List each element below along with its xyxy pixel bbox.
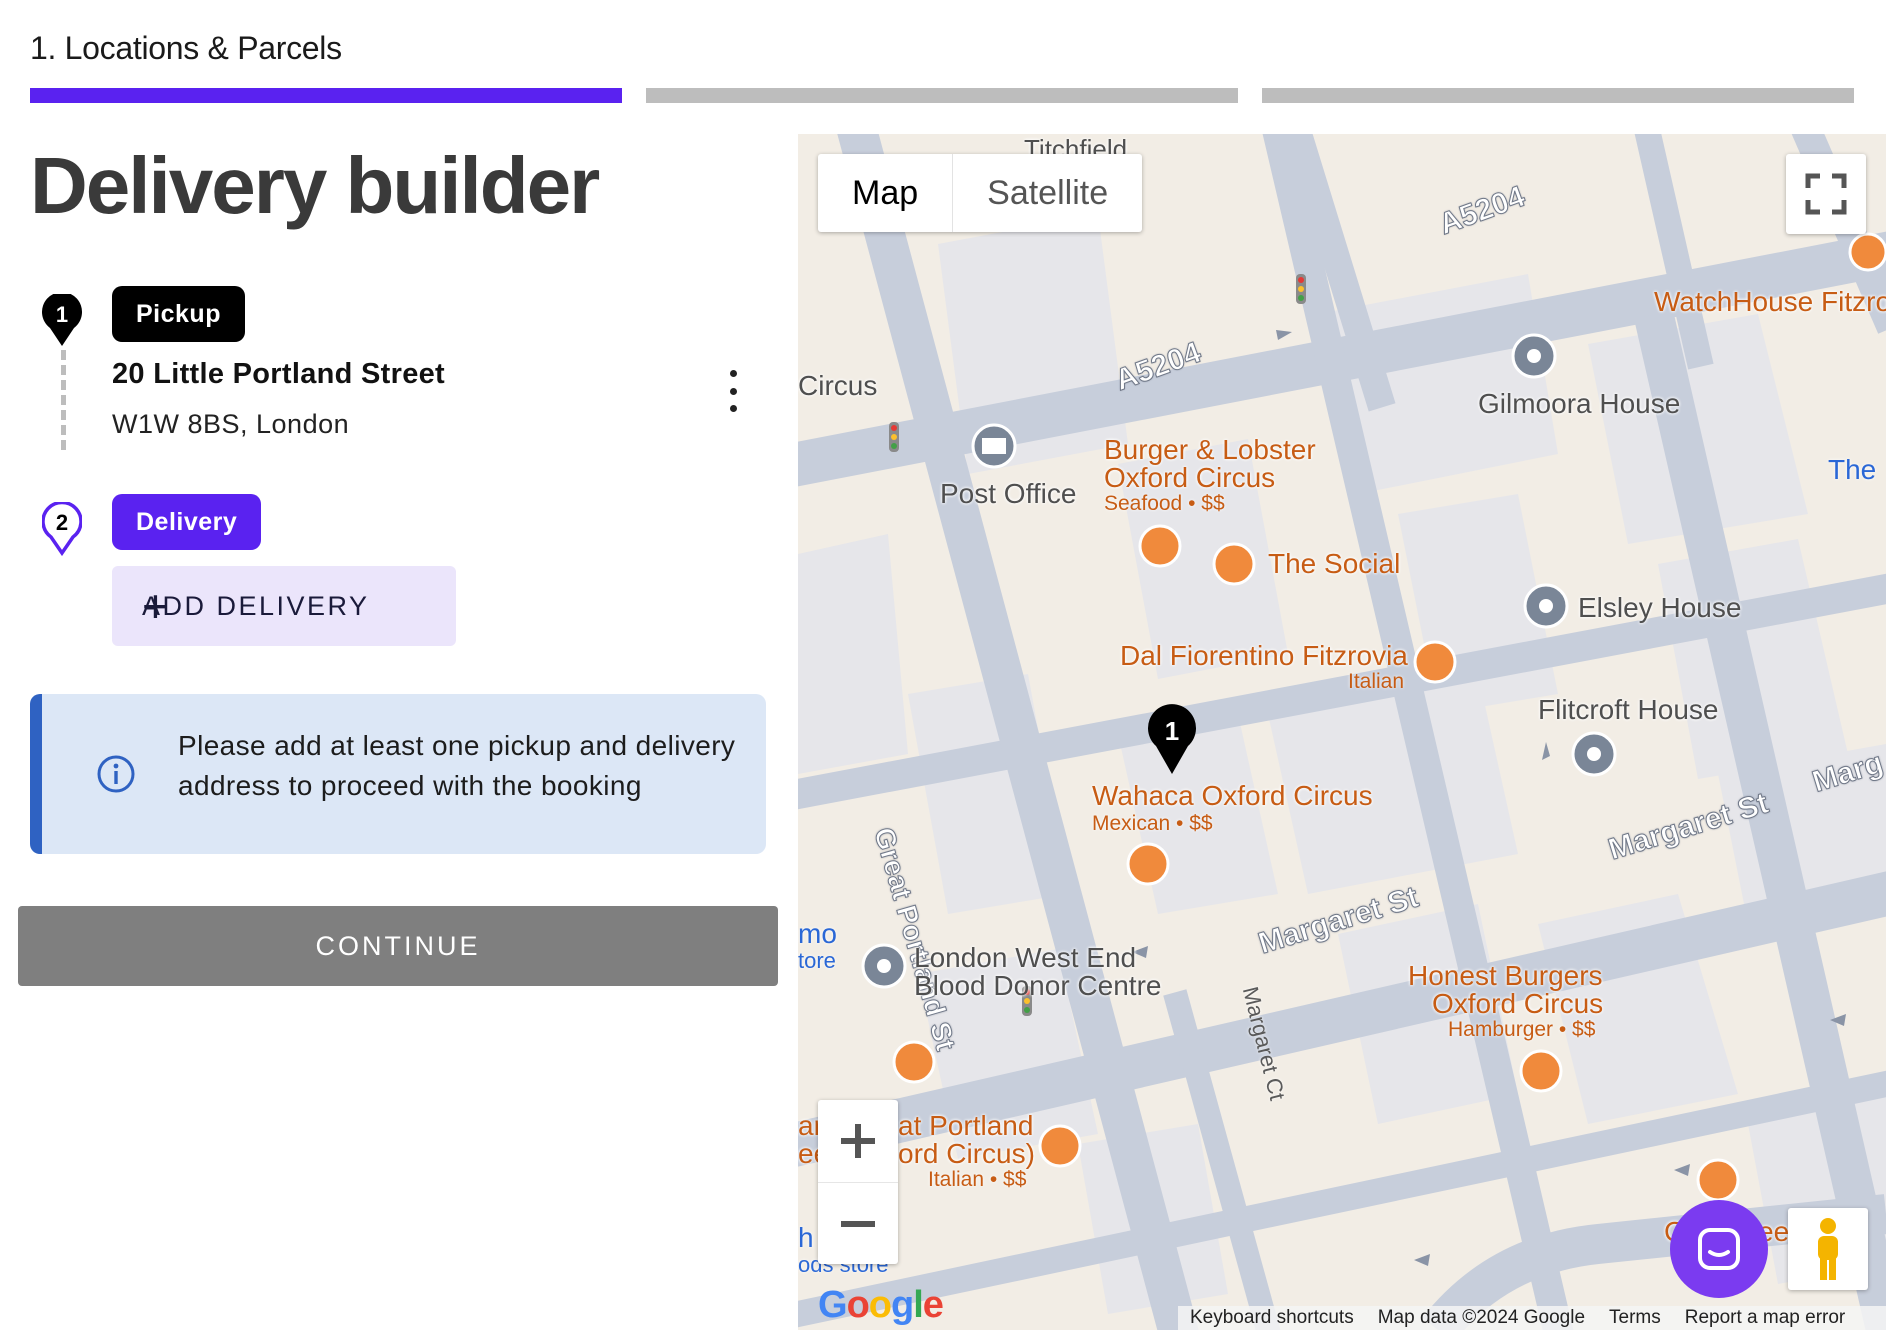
zoom-in-icon[interactable] [818,1100,898,1183]
google-logo: Google [818,1284,944,1326]
fullscreen-icon[interactable] [1786,154,1866,234]
zoom-out-icon[interactable] [818,1183,898,1265]
pickup-pin-number: 1 [56,302,68,327]
map-poi-label: Oxford Circus [1104,462,1276,493]
map-label: Blood Donor Centre [914,970,1162,1001]
step-1-progress [30,88,622,103]
map-poi-label: WatchHouse Fitzro [1654,286,1886,317]
map[interactable]: 1 Titchfield A5204 A5204 Circus WatchHou… [798,134,1886,1330]
page-title: Delivery builder [30,141,600,230]
map-poi-label: The Social [1268,548,1401,579]
delivery-pin-icon: 2 [41,500,83,557]
terms-link[interactable]: Terms [1597,1307,1673,1329]
map-label: Circus [798,370,878,401]
map-marker-number: 1 [1165,716,1179,746]
map-poi-sublabel: Seafood • $$ [1104,492,1225,515]
map-label: tore [798,948,836,973]
pickup-address-city: W1W 8BS, London [112,409,350,439]
delivery-badge: Delivery [112,494,262,550]
map-label: Gilmoora House [1478,388,1681,419]
route-connector [61,350,66,450]
map-data-attribution: Map data ©2024 Google [1377,1307,1586,1328]
map-poi-sublabel: Italian [1348,670,1405,693]
step-2-progress [646,88,1238,103]
map-poi-label: Wahaca Oxford Circus [1092,780,1373,811]
map-poi-label: Dal Fiorentino Fitzrovia [1120,640,1408,671]
pickup-badge: Pickup [112,286,245,342]
report-map-error-link[interactable]: Report a map error [1673,1307,1858,1329]
map-poi-sublabel: Italian • $$ [928,1168,1027,1191]
info-message: Please add at least one pickup and deliv… [178,730,736,801]
pickup-more-options-icon[interactable] [716,366,750,416]
continue-button[interactable]: CONTINUE [18,906,778,986]
map-label: Post Office [940,478,1077,509]
map-type-map-button[interactable]: Map [818,154,954,232]
map-poi-sublabel: Mexican • $$ [1092,812,1213,835]
keyboard-shortcuts-link[interactable]: Keyboard shortcuts [1178,1307,1366,1329]
info-alert: Please add at least one pickup and deliv… [30,694,766,854]
delivery-pin-number: 2 [56,510,68,535]
add-delivery-button[interactable]: + ADD DELIVERY [112,566,456,646]
add-delivery-label: ADD DELIVERY [142,590,370,621]
map-footer: Keyboard shortcuts Map data ©2024 Google… [1178,1306,1886,1330]
zoom-control [818,1100,898,1264]
map-label: h [798,1222,814,1253]
map-type-satellite-button[interactable]: Satellite [953,154,1142,232]
step-3-progress [1262,88,1854,103]
step-title: 1. Locations & Parcels [30,30,342,66]
map-poi-label: ord Circus) [898,1138,1035,1169]
map-label: Elsley House [1578,592,1742,623]
map-label: The [1828,454,1877,485]
map-label: Flitcroft House [1538,694,1719,725]
map-poi-label: Oxford Circus [1432,988,1604,1019]
map-label: mo [798,918,837,949]
pickup-pin-icon: 1 [42,292,82,348]
info-icon [96,754,136,794]
pickup-address-street: 20 Little Portland Street [112,358,446,390]
street-view-pegman-icon[interactable] [1788,1208,1868,1290]
map-type-control: Map Satellite [818,154,1143,232]
map-poi-sublabel: Hamburger • $$ [1448,1018,1596,1041]
chat-icon[interactable] [1670,1200,1768,1298]
